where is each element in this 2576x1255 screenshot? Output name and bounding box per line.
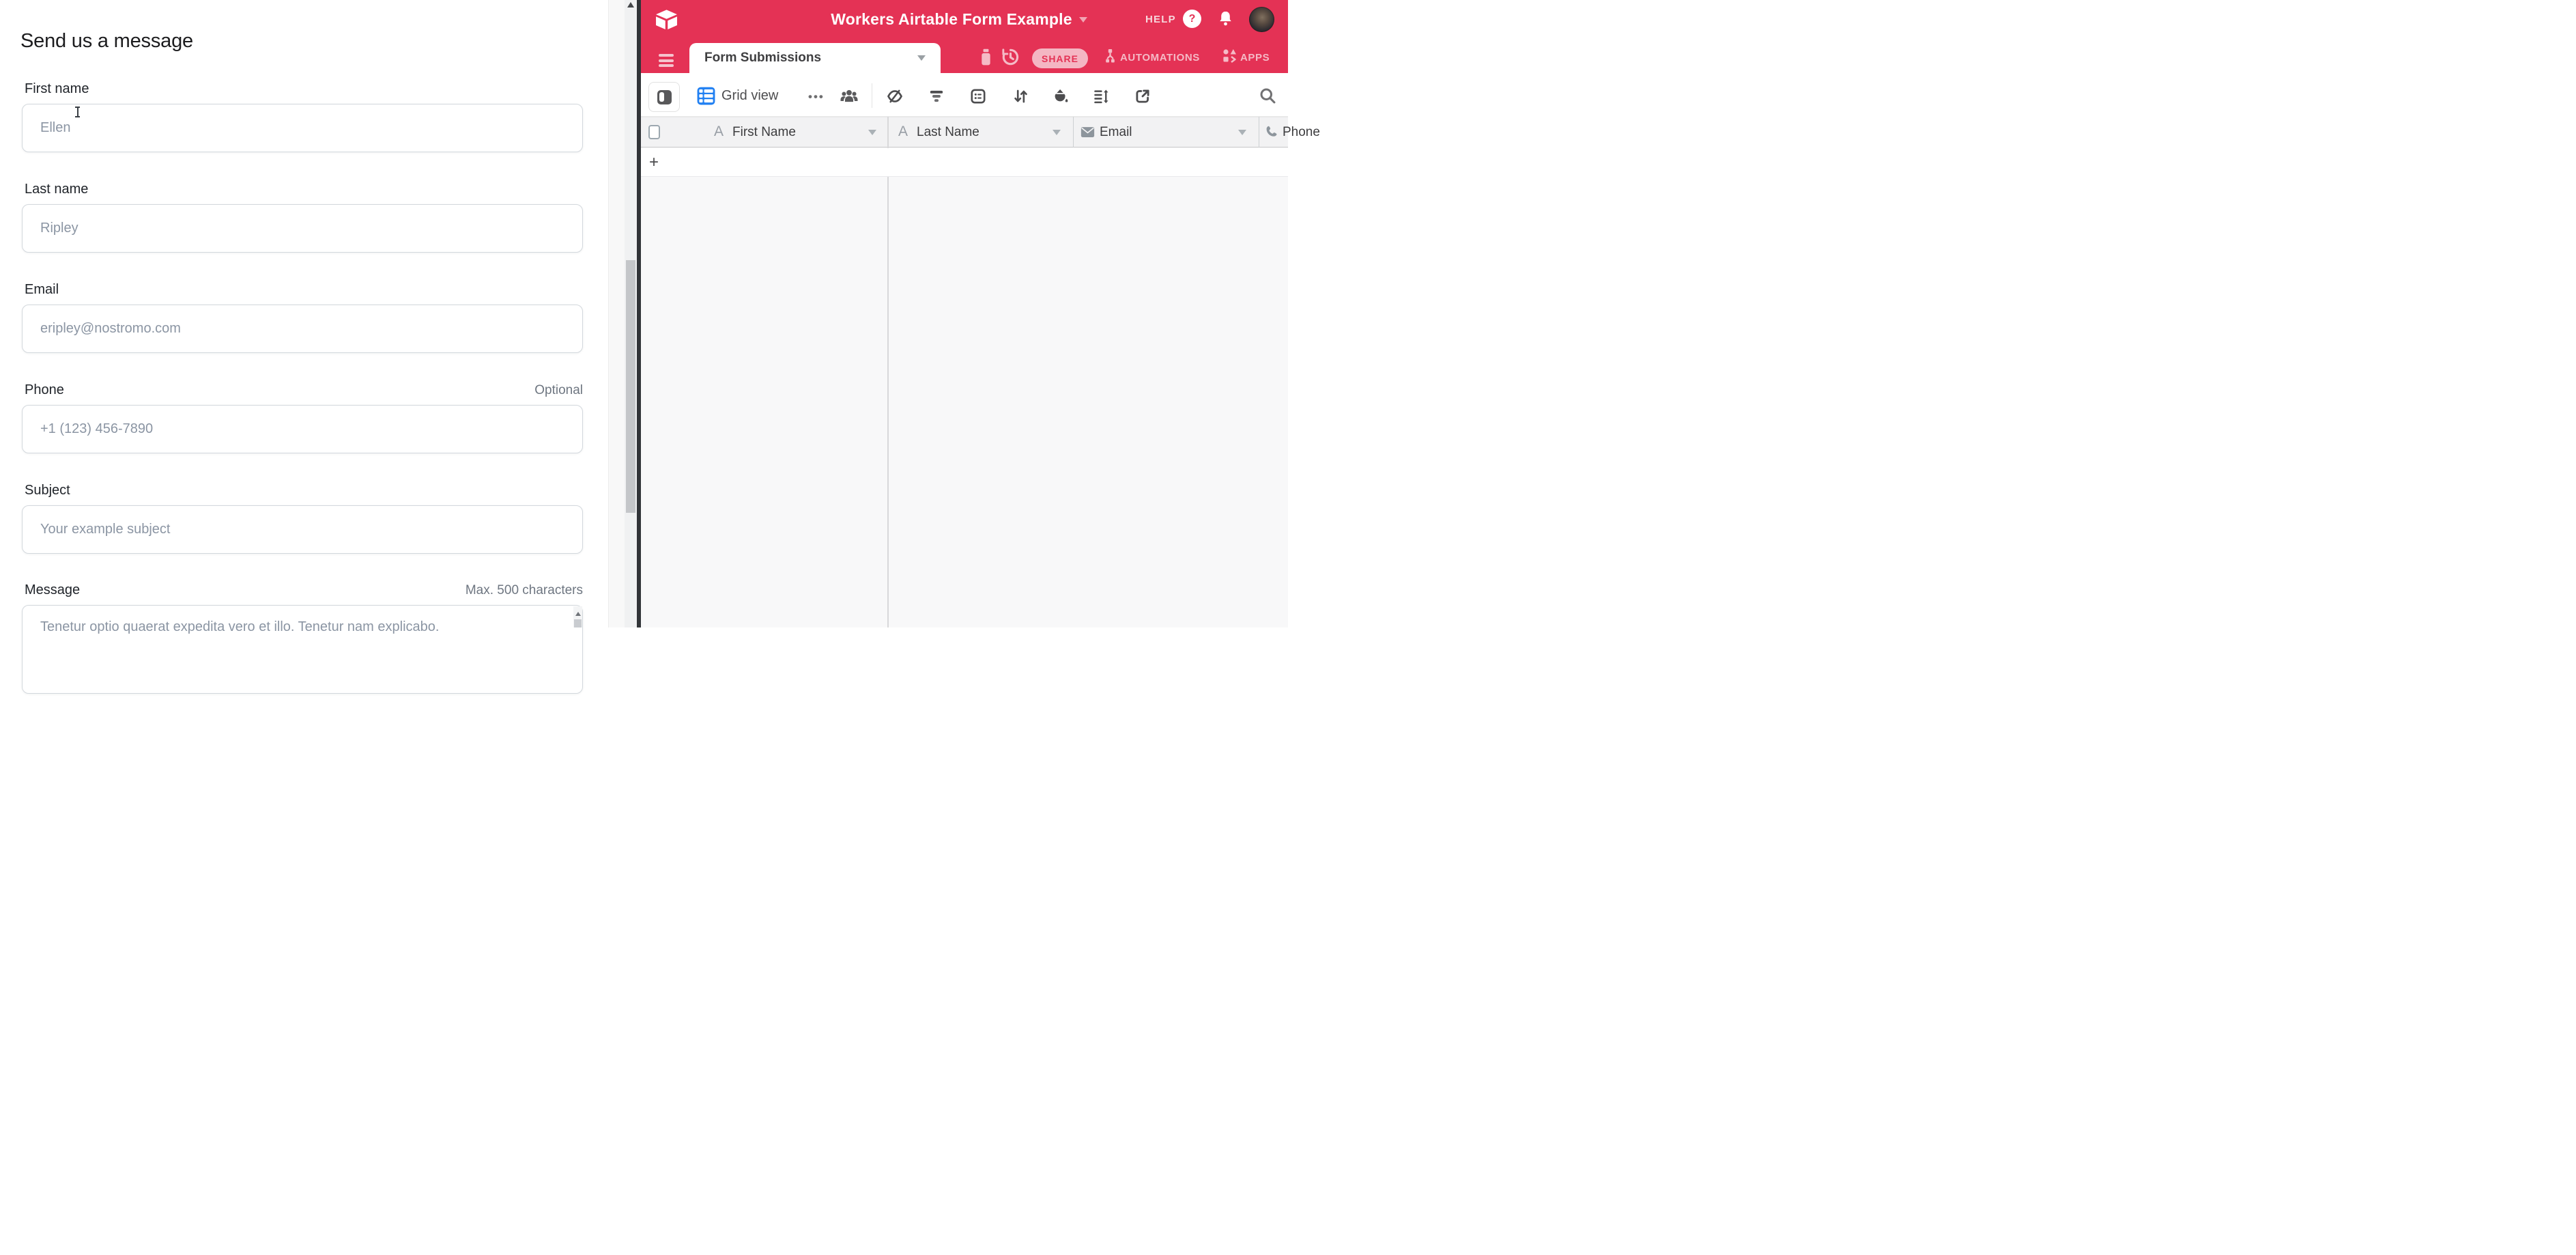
notifications-bell-icon[interactable]	[1216, 10, 1235, 28]
add-row-button[interactable]: +	[649, 153, 659, 172]
message-maxchars-note: Max. 500 characters	[378, 583, 583, 598]
text-field-type-icon: A	[714, 124, 724, 140]
column-header-first-name[interactable]: First Name	[732, 125, 796, 140]
contact-form-window: Send us a message First name Last name E…	[0, 0, 637, 628]
history-icon[interactable]	[1001, 47, 1020, 67]
subject-input[interactable]	[22, 505, 583, 554]
email-input[interactable]	[22, 305, 583, 353]
first-name-input[interactable]	[22, 104, 583, 152]
column-caret-icon[interactable]	[868, 130, 876, 135]
grid-view-icon	[697, 87, 715, 105]
view-options-ellipsis[interactable]: •••	[808, 90, 825, 104]
column-header-phone[interactable]: Phone	[1283, 125, 1320, 140]
text-field-type-icon: A	[898, 124, 908, 140]
tab-form-submissions[interactable]: Form Submissions	[689, 43, 941, 73]
tab-caret-icon	[917, 55, 926, 61]
automations-button[interactable]: AUTOMATIONS	[1120, 52, 1200, 64]
text-cursor-icon	[74, 107, 81, 118]
base-title-group[interactable]: Workers Airtable Form Example	[805, 10, 1113, 29]
column-caret-icon[interactable]	[1053, 130, 1061, 135]
column-header-email[interactable]: Email	[1100, 125, 1132, 140]
column-header-last-name[interactable]: Last Name	[917, 125, 979, 140]
phone-optional-note: Optional	[378, 383, 583, 398]
column-separator	[1073, 117, 1074, 147]
automations-icon[interactable]	[1102, 48, 1118, 65]
column-caret-icon[interactable]	[1238, 130, 1246, 135]
share-button[interactable]: SHARE	[1032, 48, 1088, 68]
view-name[interactable]: Grid view	[721, 88, 778, 104]
subject-label: Subject	[25, 483, 70, 498]
apps-button[interactable]: APPS	[1240, 52, 1270, 64]
phone-input[interactable]	[22, 405, 583, 453]
page-scroll-thumb[interactable]	[626, 260, 635, 513]
select-all-checkbox[interactable]	[648, 125, 660, 139]
help-button[interactable]: HELP	[1145, 14, 1176, 25]
email-field-type-icon	[1081, 126, 1095, 139]
airtable-logo-icon[interactable]	[655, 9, 678, 30]
apps-icon[interactable]	[1222, 48, 1238, 65]
email-label: Email	[25, 282, 59, 298]
message-textarea[interactable]	[22, 605, 583, 694]
share-view-icon[interactable]	[1134, 87, 1151, 105]
filter-icon[interactable]	[928, 87, 945, 105]
hide-fields-icon[interactable]	[886, 87, 904, 105]
user-avatar[interactable]	[1249, 7, 1274, 32]
color-icon[interactable]	[1052, 87, 1070, 105]
collaborators-icon[interactable]	[840, 87, 859, 105]
frozen-column-divider	[887, 117, 889, 628]
first-name-label: First name	[25, 81, 89, 97]
help-question-icon[interactable]: ?	[1183, 10, 1201, 28]
message-label: Message	[25, 582, 80, 598]
panel-toggle-icon	[657, 90, 672, 104]
toggle-view-sidebar-button[interactable]	[648, 82, 680, 112]
form-heading: Send us a message	[20, 30, 193, 53]
add-row-row	[641, 148, 1288, 177]
phone-field-type-icon	[1264, 124, 1278, 139]
last-name-label: Last name	[25, 182, 88, 197]
page-scroll-gutter	[608, 0, 625, 628]
share-label: SHARE	[1042, 53, 1078, 64]
phone-label: Phone	[25, 382, 64, 398]
group-icon[interactable]	[969, 87, 987, 105]
textarea-scroll-thumb[interactable]	[574, 619, 582, 628]
last-name-input[interactable]	[22, 204, 583, 253]
trash-icon[interactable]	[977, 48, 994, 66]
search-icon[interactable]	[1258, 86, 1277, 105]
base-title-caret-icon	[1079, 17, 1087, 23]
tab-label: Form Submissions	[704, 51, 917, 66]
scroll-up-arrow-icon[interactable]	[627, 2, 634, 8]
sort-icon[interactable]	[1012, 87, 1029, 105]
textarea-scroll-up-icon[interactable]	[575, 612, 581, 616]
row-height-icon[interactable]	[1092, 87, 1110, 105]
base-title: Workers Airtable Form Example	[831, 10, 1072, 29]
